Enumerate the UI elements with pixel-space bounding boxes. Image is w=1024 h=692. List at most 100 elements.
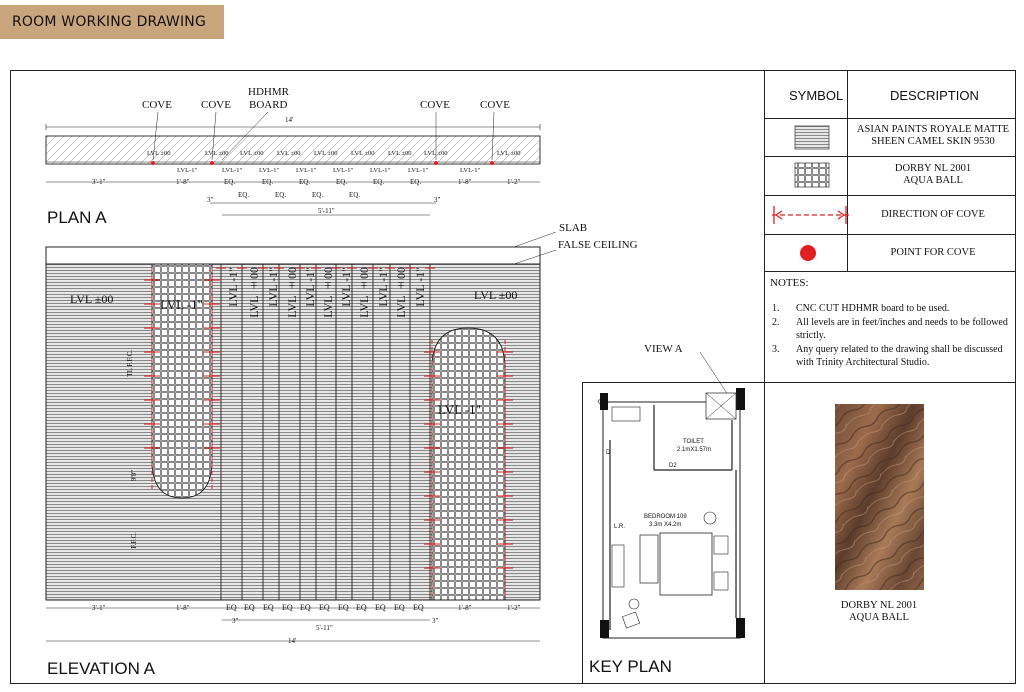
side-mark: TL F.F.C. bbox=[126, 350, 134, 377]
view-a-label: VIEW A bbox=[644, 343, 683, 355]
elev-eq-dim: EQ bbox=[375, 603, 386, 612]
plan-subdim: 3" bbox=[434, 196, 441, 204]
description-header: DESCRIPTION bbox=[890, 88, 979, 103]
legend-description: DORBY NL 2001 AQUA BALL bbox=[894, 163, 972, 186]
false-ceiling-label: FALSE CEILING bbox=[558, 239, 638, 251]
door-d2: D2 bbox=[669, 463, 677, 469]
elev-dim: 1'-8" bbox=[176, 604, 190, 612]
material-sample-image bbox=[835, 404, 924, 590]
elev-eq-dim: EQ bbox=[300, 603, 311, 612]
elev-eq-dim: EQ bbox=[263, 603, 274, 612]
plan-dim: EQ. bbox=[373, 178, 385, 186]
toilet-label: TOILET bbox=[683, 439, 704, 445]
elev-dim: 1'-8" bbox=[458, 604, 472, 612]
plan-dim: EQ. bbox=[336, 178, 348, 186]
strip-level-label: LVL -1" bbox=[266, 267, 280, 307]
plan-dim: EQ. bbox=[410, 178, 422, 186]
strip-level-label: LVL -1" bbox=[413, 267, 427, 307]
plan-level: LVL ±00 bbox=[388, 150, 412, 157]
plan-level: LVL ±00 bbox=[205, 150, 229, 157]
plan-level: LVL-1" bbox=[222, 167, 243, 174]
bedroom-size: 3.3m X4.2m bbox=[649, 522, 682, 528]
elev-eq-dim: EQ bbox=[356, 603, 367, 612]
pocket-level-left: LVL -1" bbox=[160, 297, 203, 312]
elevation-a-title: ELEVATION A bbox=[47, 659, 156, 678]
strip-level-label: LVL -1" bbox=[339, 267, 353, 307]
strip-level-label: LVL ±00 bbox=[394, 267, 408, 318]
elev-dim: 1'-2" bbox=[507, 604, 521, 612]
elevation-level-right: LVL ±00 bbox=[474, 288, 518, 302]
plan-level: LVL ±00 bbox=[240, 150, 264, 157]
bedroom-label: BEDROOM 109 bbox=[644, 514, 687, 520]
plan-level: LVL-1" bbox=[460, 167, 481, 174]
plan-dim: 1'-8" bbox=[176, 178, 190, 186]
elev-eq-dim: EQ bbox=[394, 603, 405, 612]
plan-level: LVL-1" bbox=[177, 167, 198, 174]
plan-subdim: EQ. bbox=[238, 191, 250, 199]
slab-label: SLAB bbox=[559, 222, 588, 234]
elevation-level-left: LVL ±00 bbox=[70, 292, 114, 306]
strip-level-label: LVL -1" bbox=[376, 267, 390, 307]
cove-label: COVE bbox=[480, 99, 510, 111]
plan-level: LVL-1" bbox=[259, 167, 280, 174]
strip-level-label: LVL ±00 bbox=[321, 267, 335, 318]
elev-eq-dim: EQ bbox=[413, 603, 424, 612]
strip-level-label: LVL ±00 bbox=[285, 267, 299, 318]
lr-label: L.R. bbox=[614, 524, 626, 530]
legend-symbols bbox=[772, 125, 850, 261]
elev-eq-dim: EQ bbox=[226, 603, 237, 612]
legend-description: POINT FOR COVE bbox=[890, 247, 976, 258]
plan-a-title: PLAN A bbox=[47, 208, 107, 227]
plan-dim: EQ. bbox=[262, 178, 274, 186]
note-item: 3. Any query related to the drawing shall… bbox=[772, 344, 1003, 368]
plan-level: LVL ±00 bbox=[277, 150, 301, 157]
plan-level: LVL ±00 bbox=[147, 150, 171, 157]
elev-subdim: 5'-11" bbox=[316, 624, 333, 632]
elev-eq-dim: EQ bbox=[319, 603, 330, 612]
note-item: 1. CNC CUT HDHMR board to be used. bbox=[772, 303, 950, 314]
plan-dim: 1'-2" bbox=[507, 178, 521, 186]
door-d: D bbox=[606, 450, 611, 456]
elev-subdim: 3" bbox=[432, 617, 439, 625]
tile-swatch-icon bbox=[794, 162, 830, 188]
plan-dim: 1'-8" bbox=[458, 178, 472, 186]
plan-subdim: EQ. bbox=[349, 191, 361, 199]
plan-level: LVL ±00 bbox=[424, 150, 448, 157]
legend-description: ASIAN PAINTS ROYALE MATTE SHEEN CAMEL SKI… bbox=[856, 124, 1010, 147]
plan-subdim: 3" bbox=[207, 196, 214, 204]
pocket-level-right: LVL -1" bbox=[438, 402, 481, 417]
legend-description: DIRECTION OF COVE bbox=[881, 209, 985, 220]
plan-a bbox=[45, 111, 541, 216]
hdhmr-label: HDHMR bbox=[248, 86, 289, 98]
plan-dim: EQ. bbox=[224, 178, 236, 186]
key-plan bbox=[600, 351, 745, 639]
red-dot-icon bbox=[800, 245, 816, 261]
note-item: 2. All levels are in feet/inches and need… bbox=[772, 317, 1008, 341]
side-mark: F.F.C. bbox=[130, 532, 138, 549]
plan-level: LVL-1" bbox=[370, 167, 391, 174]
elev-dim: 3'-1" bbox=[92, 604, 106, 612]
notes-title: NOTES: bbox=[770, 277, 809, 289]
cove-label: COVE bbox=[201, 99, 231, 111]
direction-of-cove-icon bbox=[772, 206, 850, 224]
side-mark: 9'0" bbox=[130, 470, 138, 482]
plan-dim: 3'-1" bbox=[92, 178, 106, 186]
cove-label: COVE bbox=[420, 99, 450, 111]
elev-eq-dim: EQ bbox=[282, 603, 293, 612]
hatch-swatch-icon bbox=[794, 125, 830, 150]
cove-label: COVE bbox=[142, 99, 172, 111]
board-label: BOARD bbox=[249, 99, 288, 111]
notes-list: 1. CNC CUT HDHMR board to be used. 2. All … bbox=[772, 302, 1012, 370]
plan-level: LVL ±00 bbox=[314, 150, 338, 157]
strip-level-label: LVL -1" bbox=[226, 267, 240, 307]
plan-level: LVL-1" bbox=[333, 167, 354, 174]
plan-level: LVL-1" bbox=[296, 167, 317, 174]
plan-level: LVL ±00 bbox=[497, 150, 521, 157]
plan-span-dim: 5'-11" bbox=[318, 207, 335, 215]
toilet-size: 2.1mX1.57m bbox=[677, 447, 712, 453]
plan-level: LVL ±00 bbox=[351, 150, 375, 157]
plan-subdim: EQ. bbox=[275, 191, 287, 199]
elev-subdim: 3" bbox=[232, 617, 239, 625]
key-plan-title: KEY PLAN bbox=[589, 657, 672, 676]
strip-level-label: LVL ±00 bbox=[357, 267, 371, 318]
